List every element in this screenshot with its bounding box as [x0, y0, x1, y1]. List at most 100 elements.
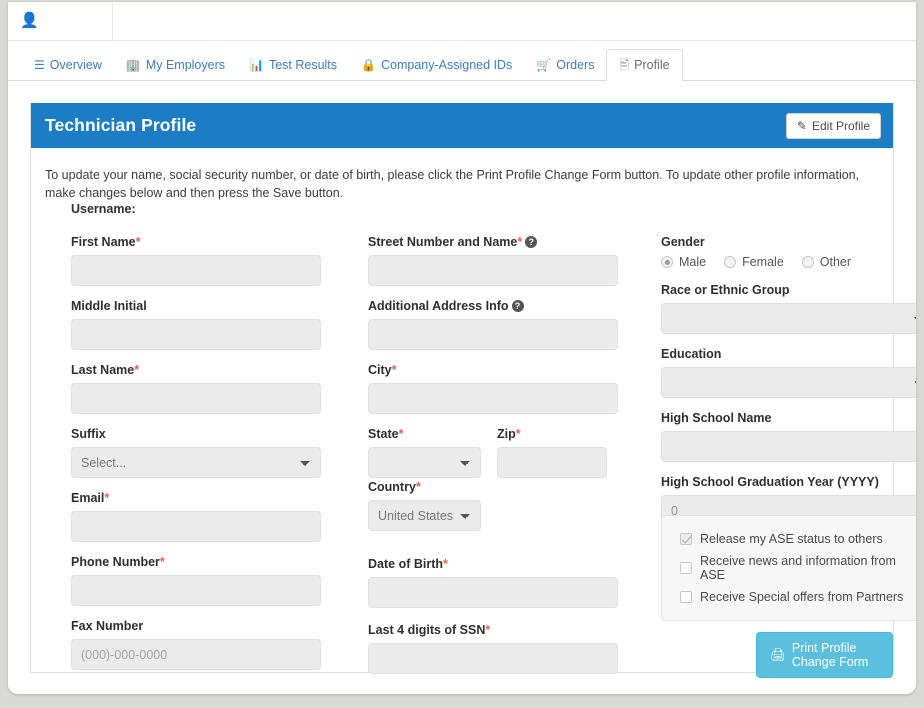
edit-profile-button[interactable]: ✎ Edit Profile: [785, 112, 881, 139]
list-icon: ☰: [34, 58, 45, 72]
preference-label: Release my ASE status to others: [700, 532, 883, 546]
field-city: City*: [368, 363, 618, 414]
high-school-name-label: High School Name: [661, 411, 772, 425]
additional-address-input[interactable]: [368, 319, 618, 350]
checkbox-icon: [680, 533, 692, 545]
country-select[interactable]: United States: [368, 500, 481, 531]
tab-label: Orders: [556, 58, 595, 72]
print-profile-change-form-button[interactable]: 🖨 Print Profile Change Form: [756, 632, 893, 678]
tab-company-assigned-ids[interactable]: 🔒 Company-Assigned IDs: [349, 49, 524, 81]
street-label: Street Number and Name*?: [368, 235, 618, 249]
tab-label: My Employers: [145, 58, 225, 72]
checkbox-icon: [680, 591, 692, 603]
first-name-input[interactable]: [71, 255, 321, 286]
radio-icon: [801, 256, 814, 268]
preference-receive-news[interactable]: Receive news and information from ASE: [680, 554, 916, 582]
form-column-personal: First Name* Middle Initial Last Name* Su…: [71, 235, 321, 683]
print-button-label: Print Profile Change Form: [791, 641, 869, 669]
tab-overview[interactable]: ☰ Overview: [22, 49, 114, 81]
city-label: City*: [368, 363, 397, 377]
field-zip: Zip*: [497, 427, 607, 478]
field-education: Education: [661, 347, 916, 398]
email-input[interactable]: [71, 511, 321, 542]
race-select[interactable]: [661, 303, 916, 334]
fax-number-input[interactable]: [71, 639, 321, 670]
last-name-input[interactable]: [71, 383, 321, 414]
preference-label: Receive news and information from ASE: [700, 554, 896, 582]
tab-orders[interactable]: 🛒 Orders: [524, 49, 606, 81]
high-school-year-label: High School Graduation Year (YYYY): [661, 475, 879, 489]
help-icon: ?: [525, 236, 538, 248]
education-label: Education: [661, 347, 722, 361]
street-input[interactable]: [368, 255, 618, 286]
suffix-select[interactable]: Select...: [71, 447, 321, 478]
building-icon: 🏢: [125, 58, 141, 72]
education-select[interactable]: [661, 367, 916, 398]
preference-label: Receive Special offers from Partners: [700, 590, 904, 604]
bar-chart-icon: 📊: [249, 58, 264, 72]
user-icon[interactable]: 👤: [20, 12, 39, 29]
field-high-school-name: High School Name: [661, 411, 916, 462]
middle-initial-label: Middle Initial: [71, 299, 147, 313]
field-last-name: Last Name*: [71, 363, 321, 414]
form-column-demographics: Gender Male Female Other Race or Ethnic …: [661, 235, 916, 539]
top-content-area: [112, 3, 915, 41]
gender-option-label: Female: [742, 255, 784, 269]
page-root: 👤 ☰ Overview 🏢 My Employers 📊 Test Resul…: [0, 0, 924, 708]
additional-address-label: Additional Address Info?: [368, 299, 618, 313]
high-school-name-input[interactable]: [661, 431, 916, 462]
field-suffix: Suffix Select...: [71, 427, 321, 478]
field-country: Country* United States: [368, 480, 481, 531]
gender-option-male[interactable]: Male: [661, 255, 706, 269]
checkbox-icon: [680, 562, 692, 574]
radio-icon: [661, 256, 673, 268]
field-phone-number: Phone Number*: [71, 555, 321, 606]
edit-profile-label: Edit Profile: [811, 118, 870, 133]
tab-label: Test Results: [268, 58, 338, 72]
suffix-label: Suffix: [71, 427, 106, 441]
date-of-birth-input[interactable]: [368, 577, 618, 608]
username-label: Username:: [71, 202, 136, 216]
pencil-icon: ✎: [796, 118, 807, 133]
field-race: Race or Ethnic Group: [661, 283, 916, 334]
tab-profile[interactable]: 🖹 Profile: [606, 49, 683, 81]
card-header: Technician Profile ✎ Edit Profile: [31, 103, 893, 148]
gender-option-label: Male: [679, 255, 707, 269]
tab-label: Overview: [49, 58, 102, 72]
city-input[interactable]: [368, 383, 618, 414]
profile-form: Username: First Name* Middle Initial Las…: [31, 202, 916, 678]
preference-special-offers[interactable]: Receive Special offers from Partners: [680, 590, 916, 604]
middle-initial-input[interactable]: [71, 319, 321, 350]
country-label: Country*: [368, 480, 421, 494]
gender-option-other[interactable]: Other: [801, 255, 851, 269]
field-additional-address: Additional Address Info?: [368, 299, 618, 350]
race-label: Race or Ethnic Group: [661, 283, 790, 297]
tab-label: Company-Assigned IDs: [381, 58, 513, 72]
tab-my-employers[interactable]: 🏢 My Employers: [114, 49, 237, 81]
preference-release-status[interactable]: Release my ASE status to others: [680, 532, 916, 546]
instructions-text: To update your name, social security num…: [45, 168, 860, 200]
radio-icon: [724, 256, 737, 268]
field-street: Street Number and Name*?: [368, 235, 618, 286]
phone-number-input[interactable]: [71, 575, 321, 606]
tab-test-results[interactable]: 📊 Test Results: [237, 49, 349, 81]
date-of-birth-label: Date of Birth*: [368, 557, 448, 571]
username-row: Username:: [71, 202, 136, 216]
field-first-name: First Name*: [71, 235, 321, 286]
state-select[interactable]: [368, 447, 481, 478]
field-date-of-birth: Date of Birth*: [368, 557, 618, 608]
profile-card: Technician Profile ✎ Edit Profile To upd…: [30, 103, 916, 678]
zip-label: Zip*: [497, 427, 521, 441]
gender-option-female[interactable]: Female: [724, 255, 784, 269]
state-label: State*: [368, 427, 404, 441]
ssn-last4-label: Last 4 digits of SSN*: [368, 623, 491, 637]
gender-label: Gender: [661, 235, 705, 249]
app-window: 👤 ☰ Overview 🏢 My Employers 📊 Test Resul…: [8, 2, 916, 694]
first-name-label: First Name*: [71, 235, 141, 249]
ssn-last4-input[interactable]: [368, 643, 618, 674]
field-middle-initial: Middle Initial: [71, 299, 321, 350]
page-title: Technician Profile: [45, 115, 197, 135]
zip-input[interactable]: [497, 447, 607, 478]
fax-number-label: Fax Number: [71, 619, 144, 633]
field-state: State*: [368, 427, 481, 478]
